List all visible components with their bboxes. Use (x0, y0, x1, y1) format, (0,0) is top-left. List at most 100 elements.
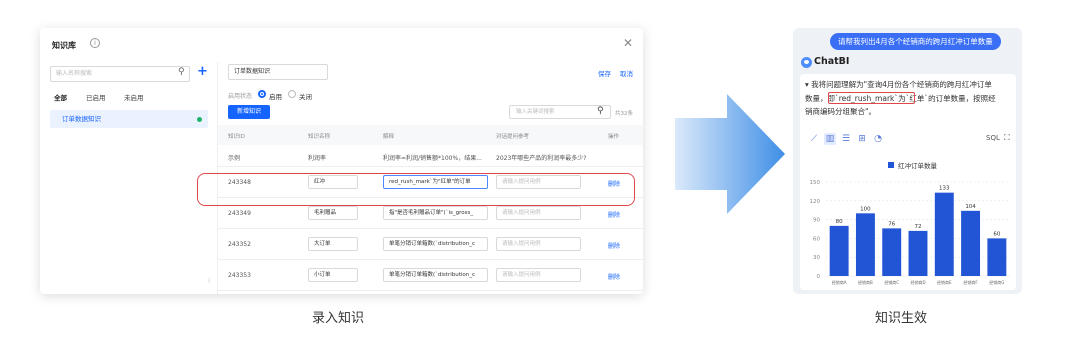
y-tick-label: 90 (813, 218, 820, 224)
answer-line: 销商编码分组聚合"。 (805, 107, 876, 116)
data-label: 133 (939, 186, 950, 192)
radio-disable[interactable] (288, 90, 296, 98)
cell-explain-input[interactable]: 指"是否毛利赠品订单"(`is_gross_ (383, 206, 488, 220)
pie-chart-icon[interactable]: ◔ (872, 133, 884, 145)
cell-explain: 利润率=利润/销售额*100%，结果... (383, 155, 482, 162)
bar (829, 225, 849, 276)
caption-enter-knowledge: 录入知识 (312, 311, 365, 326)
radio-enable-label: 启用 (269, 93, 282, 101)
knowledge-base-window: 知识库 i ✕ 输入名称搜索 ⚲ + 全部 已启用 未启用 订单数据知识 ⁞ 订… (40, 28, 643, 294)
data-label: 60 (993, 231, 1000, 237)
radio-enable[interactable] (258, 90, 266, 98)
sidebar-item-label: 订单数据知识 (62, 115, 101, 123)
table-header: 知识ID 知识名称 解释 对话提问参考 操作 (218, 125, 643, 145)
column-header: 操作 (608, 134, 620, 140)
chatbi-brand: ChatBI (814, 56, 850, 67)
x-tick-label: 经销商F (963, 279, 978, 285)
column-header: 知识名称 (308, 134, 331, 140)
cell-id: 示例 (228, 155, 241, 162)
radio-disable-label: 关闭 (299, 93, 312, 101)
save-button[interactable]: 保存 (598, 68, 611, 78)
cell-id: 243353 (228, 272, 251, 279)
data-label: 100 (860, 206, 871, 212)
add-icon[interactable]: + (197, 64, 208, 79)
collapse-handle-icon[interactable]: ⁞ (208, 277, 210, 285)
cell-name: 利润率 (308, 155, 327, 162)
status-label: 启用状态 (228, 93, 253, 100)
cell-question-input[interactable]: 请输入提问用例 (496, 237, 581, 251)
chart-legend: 红冲订单数量 (888, 160, 937, 170)
chatbi-window: 请帮我列出4月各个经销商的跨月红冲订单数量 ChatBI ▾ 我将问题理解为"查… (793, 28, 1022, 294)
expand-icon[interactable]: ⛶ (1004, 133, 1010, 143)
knowledge-sidebar: 输入名称搜索 ⚲ + 全部 已启用 未启用 订单数据知识 ⁞ (40, 62, 218, 294)
window-header: 知识库 i ✕ (40, 28, 643, 62)
x-tick-label: 经销商G (989, 279, 1004, 285)
close-icon[interactable]: ✕ (623, 36, 633, 50)
delete-button[interactable]: 删除 (608, 210, 620, 219)
bar (908, 230, 928, 276)
highlight-row-annotation (197, 173, 635, 206)
data-label: 80 (836, 219, 843, 225)
user-question-bubble: 请帮我列出4月各个经销商的跨月红冲订单数量 (830, 33, 1001, 50)
x-tick-label: 经销商D (910, 279, 925, 285)
search-icon[interactable]: ⚲ (597, 106, 604, 116)
filter-tab-enabled[interactable]: 已启用 (86, 92, 106, 102)
cell-id: 243349 (228, 210, 251, 217)
keyword-search-input[interactable]: 输入关键词搜索 (509, 105, 611, 119)
sidebar-search-input[interactable]: 输入名称搜索 (50, 66, 190, 82)
bar (961, 210, 981, 276)
x-tick-label: 经销商A (832, 279, 847, 285)
table-icon[interactable]: ⊞ (856, 133, 868, 145)
window-title: 知识库 (52, 41, 76, 50)
table-row: 243353 小订单 单笔分销订单箱数(`distribution_c 请输入提… (218, 260, 643, 291)
filter-tab-all[interactable]: 全部 (54, 92, 67, 102)
bar (934, 192, 954, 276)
table-row-example: 示例 利润率 利润率=利润/销售额*100%，结果... 2023年哪些产品的利… (218, 145, 643, 167)
y-tick-label: 60 (813, 236, 820, 242)
table-row: 243352 大订单 单笔分销订单箱数(`distribution_c 请输入提… (218, 229, 643, 260)
cell-question-input[interactable]: 请输入提问用例 (496, 268, 581, 282)
x-tick-label: 经销商B (858, 279, 873, 285)
bar (987, 238, 1007, 276)
column-header: 知识ID (228, 134, 245, 140)
line-chart-icon[interactable]: ⟋ (808, 133, 820, 145)
cell-name-input[interactable]: 毛利赠品 (308, 206, 358, 220)
sidebar-item-order-knowledge[interactable]: 订单数据知识 (50, 110, 208, 128)
data-label: 76 (888, 221, 895, 227)
info-icon[interactable]: i (90, 38, 100, 48)
y-tick-label: 150 (810, 180, 821, 186)
column-header: 对话提问参考 (496, 134, 530, 140)
cell-id: 243352 (228, 241, 251, 248)
delete-button[interactable]: 删除 (608, 241, 620, 250)
x-tick-label: 经销商E (937, 279, 952, 285)
add-knowledge-button[interactable]: 新增知识 (228, 105, 270, 119)
highlight-term-annotation (828, 92, 915, 104)
delete-button[interactable]: 删除 (608, 272, 620, 281)
y-tick-label: 0 (817, 274, 821, 280)
bar-chart: 0 30 60 90 120 150 80 经销商A 100 经销商B 76 经销商C 72 经销商D 13… (810, 180, 1010, 285)
bar-chart-icon[interactable]: ▥ (824, 133, 836, 145)
data-label: 104 (965, 204, 976, 210)
total-count: 共32条 (615, 111, 633, 117)
answer-line: ▾ 我将问题理解为"查询4月份各个经销商的跨月红冲订单 (805, 80, 992, 89)
legend-swatch (888, 162, 894, 168)
knowledge-name-input[interactable]: 订单数据知识 (228, 64, 328, 80)
cell-explain-input[interactable]: 单笔分销订单箱数(`distribution_c (383, 268, 488, 282)
right-arrow-icon (675, 94, 785, 214)
column-header: 解释 (383, 134, 395, 140)
cell-explain-input[interactable]: 单笔分销订单箱数(`distribution_c (383, 237, 488, 251)
y-tick-label: 30 (813, 255, 820, 261)
cell-question-input[interactable]: 请输入提问用例 (496, 206, 581, 220)
search-icon[interactable]: ⚲ (178, 67, 185, 77)
cell-name-input[interactable]: 大订单 (308, 237, 358, 251)
bar (882, 228, 902, 276)
filter-tab-disabled[interactable]: 未启用 (124, 92, 144, 102)
list-icon[interactable]: ☰ (840, 133, 852, 145)
cell-name-input[interactable]: 小订单 (308, 268, 358, 282)
cell-question: 2023年哪些产品的利润率最多少? (496, 155, 587, 162)
answer-card: ▾ 我将问题理解为"查询4月份各个经销商的跨月红冲订单 数量，即`red_rus… (800, 74, 1016, 290)
sql-button[interactable]: SQL (986, 134, 1000, 142)
chatbi-logo-icon (801, 57, 812, 68)
x-tick-label: 经销商C (884, 279, 899, 285)
cancel-button[interactable]: 取消 (620, 68, 633, 78)
